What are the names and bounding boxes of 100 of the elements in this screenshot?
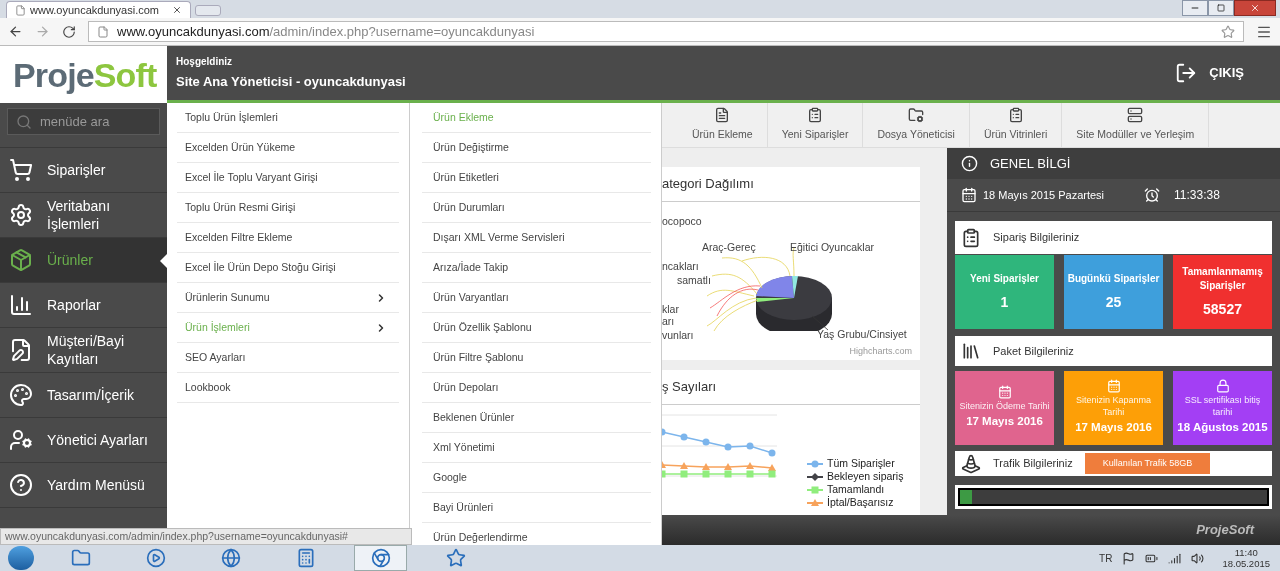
box-icon xyxy=(9,248,33,272)
gear-icon xyxy=(9,203,33,227)
submenu-item[interactable]: Excel İle Ürün Depo Stoğu Girişi xyxy=(177,253,399,283)
shortcut-button[interactable]: Yeni Siparişler xyxy=(767,103,864,147)
maximize-icon xyxy=(1217,4,1225,12)
calendar-icon xyxy=(1106,379,1121,394)
submenu-item[interactable]: Dışarı XML Verme Servisleri xyxy=(422,223,651,253)
submenu-item[interactable]: Excelden Ürün Yükeme xyxy=(177,133,399,163)
chart-credit: Highcharts.com xyxy=(849,344,912,358)
clipboard-icon xyxy=(807,107,824,124)
signal-icon[interactable] xyxy=(1168,551,1182,565)
browser-tab[interactable]: www.oyuncakdunyasi.com xyxy=(6,1,191,18)
chart-icon xyxy=(9,293,33,317)
submenu-item[interactable]: Excel İle Toplu Varyant Girişi xyxy=(177,163,399,193)
palette-icon xyxy=(9,383,33,407)
submenu-item[interactable]: Ürün Özellik Şablonu xyxy=(422,313,651,343)
volume-icon[interactable] xyxy=(1191,551,1205,565)
submenu-item[interactable]: Bayi Ürünleri xyxy=(422,493,651,523)
forward-icon[interactable] xyxy=(35,24,50,39)
legend-label: Tamamlandı xyxy=(827,482,885,496)
close-icon xyxy=(1250,3,1260,13)
submenu-item[interactable]: Ürün Depoları xyxy=(422,373,651,403)
back-icon[interactable] xyxy=(8,24,23,39)
submenu-item[interactable]: Ürün Filtre Şablonu xyxy=(422,343,651,373)
logout-button[interactable]: ÇIKIŞ xyxy=(1175,62,1244,84)
section-title: Paket Bilgileriniz xyxy=(993,343,1074,359)
submenu-item[interactable]: Ürün Durumları xyxy=(422,193,651,223)
language-indicator[interactable]: TR xyxy=(1099,550,1113,566)
url-text: www.oyuncakdunyasi.com/admin/index.php?username=oyuncakdunyasi xyxy=(117,22,535,41)
submenu-item[interactable]: Ürün Değiştirme xyxy=(422,133,651,163)
folder-icon xyxy=(70,548,91,568)
tile-value: 25 xyxy=(1105,292,1122,312)
chart-title: ş Sayıları xyxy=(662,378,717,397)
submenu-item[interactable]: Arıza/İade Takip xyxy=(422,253,651,283)
shortcut-button[interactable]: Site Modüller ve Yerleşim xyxy=(1062,103,1210,147)
reload-icon[interactable] xyxy=(62,24,76,39)
globe-icon xyxy=(220,548,241,568)
clipboard-icon xyxy=(1007,107,1024,124)
help-icon xyxy=(9,473,33,497)
calendar-icon xyxy=(961,187,977,203)
section-title: Sipariş Bilgileriniz xyxy=(993,230,1080,246)
chart-label: samatlı xyxy=(677,273,711,288)
server-icon xyxy=(1127,107,1144,124)
section-title: Trafik Bilgileriniz xyxy=(993,456,1073,472)
chart-label: vunları xyxy=(662,328,694,343)
close-icon[interactable] xyxy=(172,5,182,15)
cart-icon xyxy=(9,158,33,182)
chart-title: ategori Dağılımı xyxy=(662,175,754,194)
submenu-item[interactable]: Ürünlerin Sunumu xyxy=(177,283,399,313)
cone-icon xyxy=(961,453,981,474)
tile-label: Yeni Siparişler xyxy=(970,271,1039,286)
tile-value: 17 Mayıs 2016 xyxy=(966,414,1043,430)
info-icon xyxy=(961,155,978,172)
submenu-item[interactable]: Beklenen Ürünler xyxy=(422,403,651,433)
submenu-item[interactable]: Excelden Filtre Ekleme xyxy=(177,223,399,253)
submenu-item[interactable]: Ürün Varyantları xyxy=(422,283,651,313)
bookmark-star-icon[interactable] xyxy=(1221,24,1235,39)
chart-label: arı xyxy=(662,314,675,329)
logo: ProjeSoft xyxy=(13,57,157,92)
tile-label: Sitenizin Ödeme Tarihi xyxy=(959,400,1050,413)
flag-icon[interactable] xyxy=(1122,551,1136,565)
tile-label: Sitenizin Kapanma Tarihi xyxy=(1074,394,1152,419)
submenu-item[interactable]: Lookbook xyxy=(177,373,399,403)
sidebar-item[interactable]: Ürünler xyxy=(0,238,167,283)
address-field[interactable]: www.oyuncakdunyasi.com/admin/index.php?username=oyuncakdunyasi xyxy=(88,21,1244,42)
submenu-item[interactable]: Ürün Etiketleri xyxy=(422,163,651,193)
search-input[interactable]: menüde ara xyxy=(40,111,150,132)
folder-icon xyxy=(908,107,925,124)
maximize-button[interactable] xyxy=(1208,0,1234,16)
books-icon xyxy=(961,341,981,361)
user-title: Site Ana Yöneticisi - oyuncakdunyasi xyxy=(176,73,406,92)
submenu-item[interactable]: SEO Ayarları xyxy=(177,343,399,373)
chart-label: ocopoco xyxy=(662,214,702,229)
tile-label: Tamamlanmamış Siparişler xyxy=(1181,264,1264,293)
panel-title: GENEL BİLGİ xyxy=(990,154,1071,173)
leader-line xyxy=(811,315,829,331)
chart-label: Eğitici Oyuncaklar xyxy=(790,240,875,255)
menu-search-field[interactable]: menüde ara xyxy=(7,108,160,135)
minimize-button[interactable] xyxy=(1182,0,1208,16)
taskbar-clock[interactable]: 11:40 18.05.2015 xyxy=(1222,547,1270,569)
legend-label: İptal/Başarısız xyxy=(827,494,894,510)
browser-icon xyxy=(370,548,391,568)
submenu-item[interactable]: Xml Yönetimi xyxy=(422,433,651,463)
taskbar-app[interactable] xyxy=(354,545,407,571)
traffic-badge: Kullanılan Trafik 58GB xyxy=(1084,453,1211,474)
shortcut-button[interactable]: Dosya Yöneticisi xyxy=(863,103,970,147)
status-url-bar: www.oyuncakdunyasi.com/admin/index.php?username=oyuncakdunyasi# xyxy=(0,528,412,545)
tile-value: 18 Ağustos 2015 xyxy=(1177,420,1268,436)
start-button[interactable] xyxy=(8,546,34,570)
chart-label: klar xyxy=(662,302,679,317)
play-icon xyxy=(145,548,166,568)
page-icon xyxy=(15,4,26,16)
chart-label: ncakları xyxy=(662,259,699,274)
chart-label: Araç-Gereç xyxy=(702,240,756,255)
user-gear-icon xyxy=(9,428,33,452)
shortcut-button[interactable]: Ürün Vitrinleri xyxy=(969,103,1063,147)
submenu-item[interactable]: Toplu Ürün Resmi Girişi xyxy=(177,193,399,223)
submenu-item[interactable]: Toplu Ürün İşlemleri xyxy=(177,103,399,133)
document-icon xyxy=(714,107,731,124)
submenu-item[interactable]: Google xyxy=(422,463,651,493)
